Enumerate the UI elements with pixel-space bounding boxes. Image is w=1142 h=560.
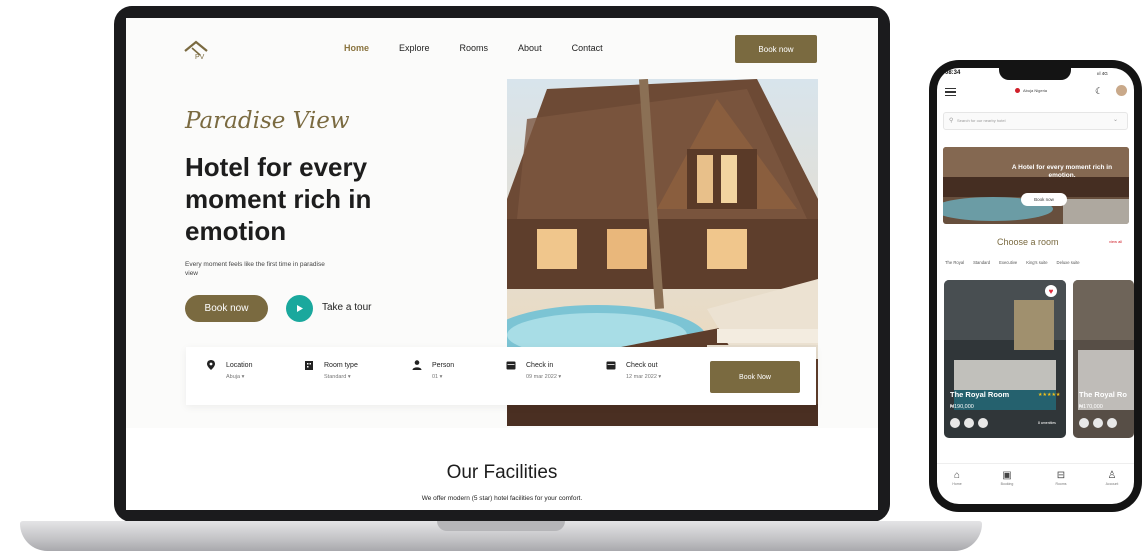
- person-label: Person: [432, 362, 455, 369]
- room-card[interactable]: The Royal Ro ₦170,000: [1073, 280, 1134, 438]
- room-card-amenities: 8 amenities: [1038, 421, 1056, 425]
- tab-kings-suite[interactable]: King's suite: [1026, 260, 1047, 265]
- room-card-stars: ★★★★★: [1038, 392, 1061, 398]
- user-icon: ♙: [1107, 470, 1117, 481]
- avatar[interactable]: [1116, 85, 1127, 96]
- facilities-section: Our Facilities We offer modern (5 star) …: [126, 428, 878, 510]
- bottom-nav-label: Account: [1105, 482, 1119, 486]
- facilities-subtitle: We offer modern (5 star) hotel facilitie…: [421, 495, 583, 502]
- nav-about[interactable]: About: [518, 43, 542, 53]
- amenity-dot-icon: [964, 418, 974, 428]
- nav-rooms[interactable]: Rooms: [460, 43, 489, 53]
- bottom-nav-rooms[interactable]: ⊟ Rooms: [1041, 470, 1081, 486]
- amenity-dot-icon: [1093, 418, 1103, 428]
- hero-subtext: Every moment feels like the first time i…: [185, 261, 325, 277]
- location-selector[interactable]: Abuja Nigeria: [1023, 88, 1047, 93]
- svg-text:PV: PV: [195, 54, 205, 61]
- main-nav: Home Explore Rooms About Contact: [344, 43, 633, 53]
- hero-headline: Hotel for every moment rich in emotion: [185, 152, 372, 246]
- calendar-icon: [506, 361, 516, 370]
- location-pin-icon: [1015, 88, 1020, 93]
- booking-submit-button[interactable]: Book Now: [710, 361, 800, 393]
- check-out-value[interactable]: 12 mar 2022 ▾: [626, 374, 661, 380]
- phone-notch: [999, 68, 1071, 80]
- tab-the-royal[interactable]: The Royal: [945, 260, 964, 265]
- tab-deluxe-suite[interactable]: Deluxe suite: [1057, 260, 1080, 265]
- logo-icon[interactable]: PV: [183, 39, 213, 61]
- bottom-nav-booking[interactable]: ▣ Booking: [987, 470, 1027, 486]
- bottom-nav: ⌂ Home ▣ Booking ⊟ Rooms ♙ Account: [937, 463, 1134, 504]
- desktop-website: PV Home Explore Rooms About Contact Book…: [126, 18, 878, 510]
- amenity-dot-icon: [978, 418, 988, 428]
- hero-book-now-button[interactable]: Book now: [185, 295, 268, 322]
- booking-search-bar: Location Abuja ▾ Room type Standard ▾ Pe…: [186, 347, 816, 405]
- search-icon: ⚲: [949, 118, 954, 124]
- person-value[interactable]: 01 ▾: [432, 374, 442, 380]
- bottom-nav-label: Booking: [1000, 482, 1014, 486]
- room-type-value[interactable]: Standard ▾: [324, 374, 351, 380]
- search-placeholder: Search for our nearby hotel: [957, 118, 1006, 123]
- bottom-nav-account[interactable]: ♙ Account: [1092, 470, 1132, 486]
- building-icon: [305, 361, 313, 370]
- view-all-link[interactable]: view all: [1109, 239, 1122, 244]
- home-icon: ⌂: [953, 470, 961, 481]
- location-label: Location: [226, 362, 253, 369]
- tour-label[interactable]: Take a tour: [322, 302, 371, 313]
- header-book-now-button[interactable]: Book now: [735, 35, 817, 63]
- room-card-price: ₦190,000: [950, 404, 974, 410]
- bed-icon: ⊟: [1056, 470, 1066, 481]
- calendar-icon: [606, 361, 616, 370]
- promo-banner: A Hotel for every moment rich in emotion…: [943, 147, 1129, 224]
- choose-room-title: Choose a room: [997, 237, 1059, 247]
- nav-explore[interactable]: Explore: [399, 43, 430, 53]
- location-pin-icon: [207, 360, 215, 370]
- bottom-nav-home[interactable]: ⌂ Home: [937, 470, 977, 486]
- booking-icon: ▣: [1002, 470, 1012, 481]
- amenity-dot-icon: [1107, 418, 1117, 428]
- play-icon: [297, 305, 303, 312]
- room-card-name: The Royal Room: [950, 390, 1010, 399]
- hamburger-menu-icon[interactable]: [945, 88, 956, 96]
- check-in-label: Check in: [526, 362, 554, 369]
- tab-standard[interactable]: Standard: [973, 260, 990, 265]
- mobile-app-screen: 08:34 ııl 4G Abuja Nigeria ☾ ⚲ Search fo…: [937, 68, 1134, 504]
- chevron-down-icon[interactable]: ⌄: [1113, 116, 1118, 123]
- bottom-nav-label: Home: [952, 482, 962, 486]
- brand-script-title: Paradise View: [185, 108, 350, 134]
- room-tabs: The Royal Standard Executive King's suit…: [945, 260, 1089, 265]
- nav-contact[interactable]: Contact: [572, 43, 603, 53]
- room-card-price: ₦170,000: [1079, 404, 1103, 410]
- dark-mode-icon[interactable]: ☾: [1095, 86, 1103, 97]
- bottom-nav-label: Rooms: [1055, 482, 1067, 486]
- room-card-name: The Royal Ro: [1079, 390, 1127, 399]
- laptop-hinge-notch: [437, 521, 565, 531]
- tab-executive[interactable]: Executive: [999, 260, 1017, 265]
- check-out-label: Check out: [626, 362, 658, 369]
- play-tour-button[interactable]: [286, 295, 313, 322]
- person-icon: [412, 360, 422, 370]
- status-time: 08:34: [945, 70, 961, 76]
- check-in-value[interactable]: 09 mar 2022 ▾: [526, 374, 561, 380]
- facilities-title: Our Facilities: [446, 462, 558, 483]
- location-value[interactable]: Abuja ▾: [226, 374, 244, 380]
- status-signal: ııl 4G: [1097, 71, 1108, 76]
- amenity-dot-icon: [1079, 418, 1089, 428]
- room-type-label: Room type: [324, 362, 358, 369]
- banner-headline: A Hotel for every moment rich in emotion…: [1011, 164, 1113, 179]
- amenity-dot-icon: [950, 418, 960, 428]
- nav-home[interactable]: Home: [344, 43, 369, 53]
- banner-book-now-button[interactable]: Book now: [1021, 193, 1067, 206]
- room-card[interactable]: ♥ The Royal Room ★★★★★ ₦190,000 8 amenit…: [944, 280, 1066, 438]
- favorite-heart-icon[interactable]: ♥: [1045, 285, 1057, 297]
